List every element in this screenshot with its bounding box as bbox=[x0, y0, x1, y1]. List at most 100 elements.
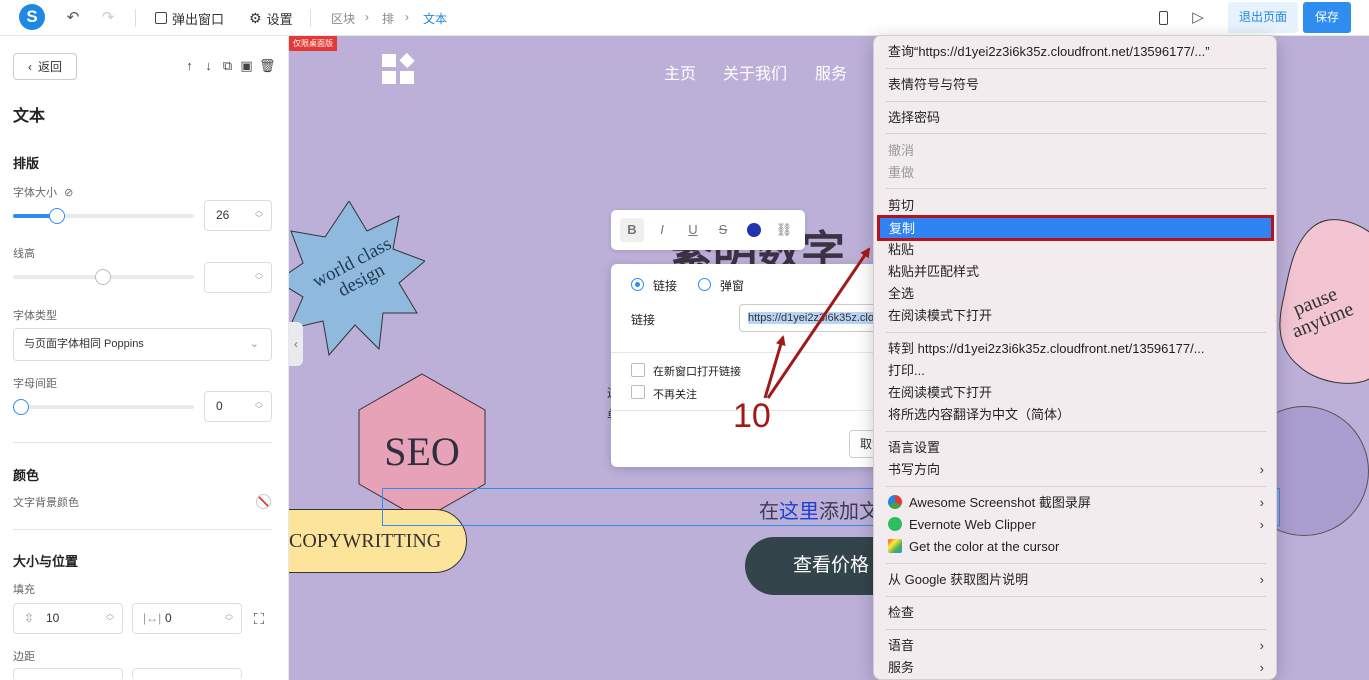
text-prefix: 在 bbox=[759, 501, 779, 523]
selected-text-content[interactable]: 在这里添加文 bbox=[759, 495, 879, 524]
text-color-button[interactable] bbox=[747, 223, 761, 237]
menu-paste-match-style[interactable]: 粘贴并匹配样式 bbox=[888, 262, 1264, 282]
menu-paste[interactable]: 粘贴 bbox=[888, 240, 1264, 260]
arrow-down-icon[interactable]: ↓ bbox=[202, 58, 215, 74]
menu-choose-password[interactable]: 选择密码 bbox=[888, 108, 1264, 128]
letter-spacing-input[interactable]: 0 ︿ ﹀ bbox=[204, 391, 272, 422]
menu-google-image-description[interactable]: 从 Google 获取图片说明 › bbox=[888, 570, 1264, 590]
menu-translate[interactable]: 将所选内容翻译为中文（简体） bbox=[888, 405, 1264, 425]
link-icon[interactable]: ⛓ bbox=[772, 218, 796, 242]
typography-heading: 排版 bbox=[13, 156, 40, 171]
line-height-input[interactable]: ︿ ﹀ bbox=[204, 262, 272, 293]
stepper-icon[interactable]: ︿ ﹀ bbox=[255, 269, 263, 285]
element-tools: ↑ ↓ ⧉ ▣ 🗑 bbox=[183, 58, 276, 74]
padding-vertical-input[interactable]: ⇳ 10 ︿ ﹀ bbox=[13, 603, 123, 634]
menu-color-at-cursor[interactable]: Get the color at the cursor bbox=[888, 537, 1264, 557]
menu-select-all[interactable]: 全选 bbox=[888, 284, 1264, 304]
menu-awesome-screenshot[interactable]: Awesome Screenshot 截图录屏 › bbox=[888, 493, 1264, 513]
nav-home[interactable]: 主页 bbox=[664, 60, 696, 84]
toolbar-divider bbox=[310, 9, 311, 27]
disabled-icon[interactable]: ⊘ bbox=[64, 187, 73, 199]
back-button[interactable]: ‹ 返回 bbox=[13, 53, 77, 80]
menu-separator bbox=[886, 101, 1266, 102]
menu-evernote[interactable]: Evernote Web Clipper › bbox=[888, 515, 1264, 535]
menu-inspect[interactable]: 检查 bbox=[888, 603, 1264, 623]
menu-lookup[interactable]: 查询“https://d1yei2z3i6k35z.cloudfront.net… bbox=[888, 42, 1264, 62]
popup-window-label: 弹出窗口 bbox=[172, 11, 225, 27]
open-new-window-checkbox[interactable] bbox=[631, 363, 645, 377]
nav-services[interactable]: 服务 bbox=[815, 60, 847, 84]
duplicate-icon[interactable]: ⧉ bbox=[221, 58, 234, 74]
breadcrumb-row[interactable]: 排 bbox=[382, 10, 394, 27]
menu-separator bbox=[886, 332, 1266, 333]
text-link[interactable]: 这里 bbox=[779, 501, 819, 523]
menu-emoji[interactable]: 表情符号与符号 bbox=[888, 75, 1264, 95]
menu-language-settings[interactable]: 语言设置 bbox=[888, 438, 1264, 458]
menu-speech[interactable]: 语音 › bbox=[888, 636, 1264, 656]
font-type-select[interactable]: 与页面字体相同 Poppins ⌄ bbox=[13, 328, 272, 361]
link-radio[interactable] bbox=[631, 278, 644, 291]
seo-hexagon-text: SEO bbox=[384, 429, 460, 474]
nofollow-checkbox[interactable] bbox=[631, 385, 645, 399]
menu-reader-mode-2[interactable]: 在阅读模式下打开 bbox=[888, 383, 1264, 403]
expand-icon[interactable]: ⛶ bbox=[250, 611, 268, 629]
nofollow-label: 不再关注 bbox=[653, 389, 697, 401]
menu-print[interactable]: 打印... bbox=[888, 361, 1264, 381]
nav-about[interactable]: 关于我们 bbox=[723, 60, 787, 84]
menu-copy[interactable]: 复制 bbox=[877, 215, 1274, 241]
save-button[interactable]: 保存 bbox=[1303, 2, 1351, 33]
margin-input[interactable] bbox=[132, 668, 242, 680]
padding-horizontal-input[interactable]: |↔| 0 ︿ ﹀ bbox=[132, 603, 242, 634]
font-size-slider[interactable] bbox=[13, 208, 194, 224]
save-icon[interactable]: ▣ bbox=[240, 58, 253, 74]
menu-separator bbox=[886, 188, 1266, 189]
line-height-slider-handle[interactable] bbox=[95, 269, 111, 285]
menu-reader-mode[interactable]: 在阅读模式下打开 bbox=[888, 306, 1264, 326]
menu-services[interactable]: 服务 › bbox=[888, 658, 1264, 678]
settings-button[interactable]: ⚙ 设置 bbox=[249, 9, 293, 27]
letter-spacing-slider-handle[interactable] bbox=[13, 399, 29, 415]
annotation-number: 10 bbox=[733, 397, 771, 435]
play-icon[interactable]: ▷ bbox=[1189, 9, 1207, 27]
arrow-up-icon[interactable]: ↑ bbox=[183, 58, 196, 74]
undo-icon[interactable]: ↶ bbox=[64, 9, 82, 27]
popup-radio-label: 弹窗 bbox=[720, 279, 745, 293]
margin-input[interactable] bbox=[13, 668, 123, 680]
desktop-only-tag: 仅限桌面版 bbox=[289, 36, 337, 51]
menu-services-label: 服务 bbox=[888, 660, 915, 675]
strikethrough-button[interactable]: S bbox=[711, 218, 735, 242]
menu-writing-direction[interactable]: 书写方向 › bbox=[888, 460, 1264, 480]
menu-color-at-cursor-label: Get the color at the cursor bbox=[909, 539, 1060, 554]
panel-title: 文本 bbox=[13, 108, 46, 125]
menu-cut[interactable]: 剪切 bbox=[888, 196, 1264, 216]
breadcrumb-text[interactable]: 文本 bbox=[423, 10, 447, 27]
menu-writing-direction-label: 书写方向 bbox=[888, 462, 941, 477]
stepper-icon[interactable]: ︿ ﹀ bbox=[255, 207, 263, 223]
stepper-icon[interactable]: ︿ ﹀ bbox=[225, 610, 233, 626]
settings-label: 设置 bbox=[266, 11, 293, 27]
mobile-preview-icon[interactable] bbox=[1154, 9, 1172, 27]
italic-button[interactable]: I bbox=[650, 218, 674, 242]
letter-spacing-slider[interactable] bbox=[13, 399, 194, 415]
exit-page-button[interactable]: 退出页面 bbox=[1228, 2, 1298, 33]
menu-separator bbox=[886, 68, 1266, 69]
gear-icon: ⚙ bbox=[249, 9, 262, 26]
toolbar-divider bbox=[135, 9, 136, 27]
chevron-right-icon: › bbox=[405, 10, 409, 24]
popup-window-button[interactable]: 弹出窗口 bbox=[155, 9, 224, 27]
stepper-icon[interactable]: ︿ ﹀ bbox=[255, 398, 263, 414]
menu-goto-url[interactable]: 转到 https://d1yei2z3i6k35z.cloudfront.net… bbox=[888, 339, 1264, 359]
trash-icon[interactable]: 🗑 bbox=[259, 58, 276, 74]
breadcrumb-block[interactable]: 区块 bbox=[331, 10, 355, 27]
stepper-icon[interactable]: ︿ ﹀ bbox=[106, 610, 114, 626]
redo-icon[interactable]: ↷ bbox=[99, 9, 117, 27]
font-size-slider-handle[interactable] bbox=[49, 208, 65, 224]
bg-color-swatch[interactable] bbox=[256, 494, 271, 509]
bg-color-label: 文字背景颜色 bbox=[13, 497, 79, 509]
popup-radio[interactable] bbox=[698, 278, 711, 291]
font-size-input[interactable]: 26 ︿ ﹀ bbox=[204, 200, 272, 231]
collapse-panel-tab[interactable]: ‹ bbox=[289, 322, 303, 366]
bold-button[interactable]: B bbox=[620, 218, 644, 242]
line-height-slider[interactable] bbox=[13, 269, 194, 285]
underline-button[interactable]: U bbox=[681, 218, 705, 242]
